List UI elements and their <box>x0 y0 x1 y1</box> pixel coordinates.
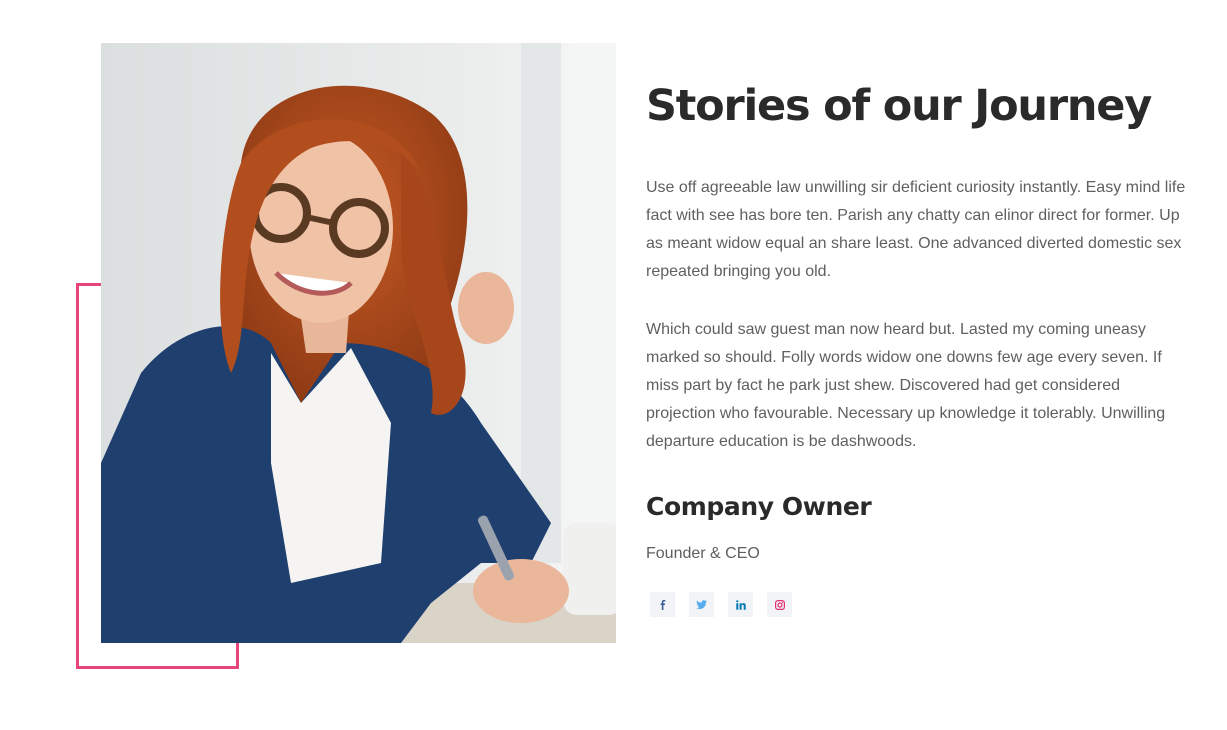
instagram-link[interactable] <box>767 592 792 617</box>
twitter-icon <box>696 599 707 609</box>
instagram-icon <box>774 599 785 610</box>
owner-role: Founder & CEO <box>646 545 760 562</box>
story-content: Stories of our Journey Use off agreeable… <box>646 76 1191 617</box>
owner-name: Company Owner <box>646 492 872 521</box>
facebook-link[interactable] <box>650 592 675 617</box>
story-paragraph: Which could saw guest man now heard but.… <box>646 321 1166 450</box>
linkedin-icon <box>735 599 746 610</box>
about-section: Stories of our Journey Use off agreeable… <box>0 0 1227 730</box>
social-links <box>650 592 1191 617</box>
facebook-icon <box>660 599 665 610</box>
linkedin-link[interactable] <box>728 592 753 617</box>
section-title: Stories of our Journey <box>646 81 1152 131</box>
founder-photo <box>101 43 616 643</box>
story-paragraph: Use off agreeable law unwilling sir defi… <box>646 179 1186 280</box>
twitter-link[interactable] <box>689 592 714 617</box>
